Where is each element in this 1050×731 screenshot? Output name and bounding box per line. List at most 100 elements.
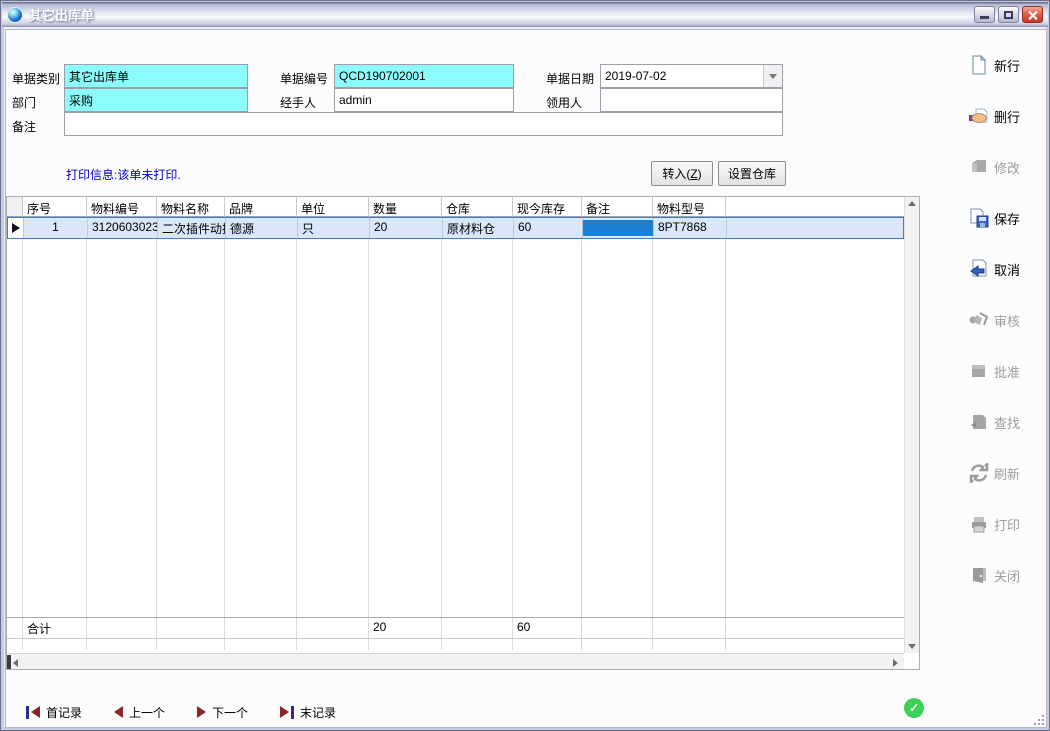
toolbar-label: 取消 bbox=[994, 260, 1020, 279]
stub-col bbox=[225, 639, 297, 650]
cell-seq[interactable]: 1 bbox=[24, 218, 88, 238]
cell-model[interactable]: 8PT7868 bbox=[654, 218, 727, 238]
cell-filler bbox=[727, 218, 905, 238]
empty-col bbox=[23, 239, 87, 617]
cell-brand[interactable]: 德源 bbox=[226, 218, 298, 238]
doc-no-input[interactable] bbox=[334, 64, 514, 88]
column-header-qty[interactable]: 数量 bbox=[369, 197, 442, 217]
toolbar-button-print: 打印 bbox=[962, 509, 1042, 539]
remark-input[interactable] bbox=[64, 112, 783, 136]
empty-col bbox=[513, 239, 582, 617]
grid-stub-row bbox=[7, 639, 904, 650]
previous-record-button[interactable]: 上一个 bbox=[114, 704, 165, 721]
next-record-button[interactable]: 下一个 bbox=[197, 704, 248, 721]
empty-col bbox=[582, 239, 653, 617]
status-ok-icon: ✓ bbox=[904, 698, 924, 718]
minimize-button[interactable] bbox=[974, 6, 995, 23]
empty-col bbox=[87, 239, 157, 617]
left-arrow-icon bbox=[114, 706, 123, 718]
scroll-left-icon[interactable] bbox=[13, 659, 18, 667]
toolbar-button-cancel[interactable]: 取消 bbox=[962, 254, 1042, 284]
app-icon bbox=[7, 7, 23, 23]
toolbar-label: 查找 bbox=[994, 413, 1020, 432]
stub-col bbox=[7, 639, 23, 650]
toolbar-button-save[interactable]: 保存 bbox=[962, 203, 1042, 233]
column-header-model[interactable]: 物料型号 bbox=[653, 197, 726, 217]
right-arrow-icon bbox=[280, 706, 289, 718]
toolbar-button-refresh: 刷新 bbox=[962, 458, 1042, 488]
minimize-icon bbox=[980, 16, 989, 19]
totals-empty bbox=[582, 618, 653, 638]
doc-type-input[interactable] bbox=[64, 64, 248, 88]
totals-empty bbox=[297, 618, 369, 638]
column-header-warehouse[interactable]: 仓库 bbox=[442, 197, 513, 217]
toolbar-button-delete-row[interactable]: 删行 bbox=[962, 101, 1042, 131]
toolbar-label: 关闭 bbox=[994, 566, 1020, 585]
cell-warehouse[interactable]: 原材料仓 bbox=[443, 218, 514, 238]
toolbar-label: 修改 bbox=[994, 158, 1020, 177]
last-record-button[interactable]: 末记录 bbox=[280, 704, 336, 721]
toolbar-label: 新行 bbox=[994, 56, 1020, 75]
vertical-scrollbar[interactable] bbox=[904, 197, 919, 653]
stub-col bbox=[369, 639, 442, 650]
handler-input[interactable] bbox=[334, 88, 514, 112]
doc-date-dropdown-button[interactable] bbox=[763, 65, 782, 87]
close-window-icon bbox=[968, 564, 990, 586]
cell-code[interactable]: 3120603023 bbox=[88, 218, 158, 238]
toolbar-label: 批准 bbox=[994, 362, 1020, 381]
transfer-hotkey: Z bbox=[690, 167, 697, 181]
app-window: 其它出库单 单据类别 部门 备注 单据编号 经手人 单据日期 领用人 2019-… bbox=[0, 0, 1050, 731]
totals-empty bbox=[653, 618, 726, 638]
cell-qty[interactable]: 20 bbox=[370, 218, 443, 238]
first-record-button[interactable]: 首记录 bbox=[26, 704, 82, 721]
new-row-icon bbox=[968, 54, 990, 76]
totals-empty bbox=[726, 618, 904, 638]
column-header-remark[interactable]: 备注 bbox=[582, 197, 653, 217]
toolbar-label: 打印 bbox=[994, 515, 1020, 534]
print-info-text: 打印信息:该单未打印. bbox=[66, 166, 181, 183]
delete-row-icon bbox=[968, 105, 990, 127]
left-arrow-icon bbox=[31, 706, 40, 718]
horizontal-scrollbar[interactable] bbox=[7, 653, 904, 669]
column-header-seq[interactable]: 序号 bbox=[23, 197, 87, 217]
resize-grip[interactable] bbox=[1031, 712, 1044, 725]
transfer-label: 转入( bbox=[662, 165, 690, 182]
cell-stock[interactable]: 60 bbox=[514, 218, 583, 238]
scroll-up-icon[interactable] bbox=[908, 201, 916, 206]
column-header-name[interactable]: 物料名称 bbox=[157, 197, 225, 217]
stub-col bbox=[297, 639, 369, 650]
empty-col bbox=[653, 239, 726, 617]
row-selector-cell[interactable] bbox=[8, 218, 24, 238]
scroll-right-icon[interactable] bbox=[893, 659, 898, 667]
department-input[interactable] bbox=[64, 88, 248, 112]
toolbar-button-approve: 批准 bbox=[962, 356, 1042, 386]
doc-type-label: 单据类别 bbox=[12, 70, 66, 86]
column-header-brand[interactable]: 品牌 bbox=[225, 197, 297, 217]
scroll-down-icon[interactable] bbox=[908, 644, 916, 649]
empty-col bbox=[157, 239, 225, 617]
last-record-icon bbox=[291, 706, 294, 719]
chevron-down-icon bbox=[769, 74, 777, 79]
audit-icon bbox=[968, 309, 990, 331]
remark-cell-editor[interactable] bbox=[583, 218, 654, 238]
cell-unit[interactable]: 只 bbox=[298, 218, 370, 238]
recipient-input[interactable] bbox=[600, 88, 783, 112]
transfer-button[interactable]: 转入(Z) bbox=[651, 161, 713, 186]
detail-grid: 序号 物料编号 物料名称 品牌 单位 数量 仓库 现今库存 备注 物料型号 1 … bbox=[6, 196, 920, 670]
column-header-stock[interactable]: 现今库存 bbox=[513, 197, 582, 217]
toolbar-button-new-row[interactable]: 新行 bbox=[962, 50, 1042, 80]
transfer-label-suffix: ) bbox=[698, 167, 702, 181]
stub-col bbox=[653, 639, 726, 650]
maximize-button[interactable] bbox=[998, 6, 1019, 23]
modify-icon bbox=[968, 156, 990, 178]
close-button[interactable] bbox=[1022, 6, 1043, 23]
column-header-unit[interactable]: 单位 bbox=[297, 197, 369, 217]
totals-qty: 20 bbox=[369, 618, 442, 638]
cell-name[interactable]: 二次插件动插 bbox=[158, 218, 226, 238]
totals-stock: 60 bbox=[513, 618, 582, 638]
horizontal-scroll-thumb[interactable] bbox=[7, 655, 11, 669]
table-row[interactable]: 1 3120603023 二次插件动插 德源 只 20 原材料仓 60 8PT7… bbox=[7, 217, 904, 239]
doc-date-combobox[interactable]: 2019-07-02 bbox=[600, 64, 783, 88]
column-header-code[interactable]: 物料编号 bbox=[87, 197, 157, 217]
set-warehouse-button[interactable]: 设置仓库 bbox=[718, 161, 786, 186]
